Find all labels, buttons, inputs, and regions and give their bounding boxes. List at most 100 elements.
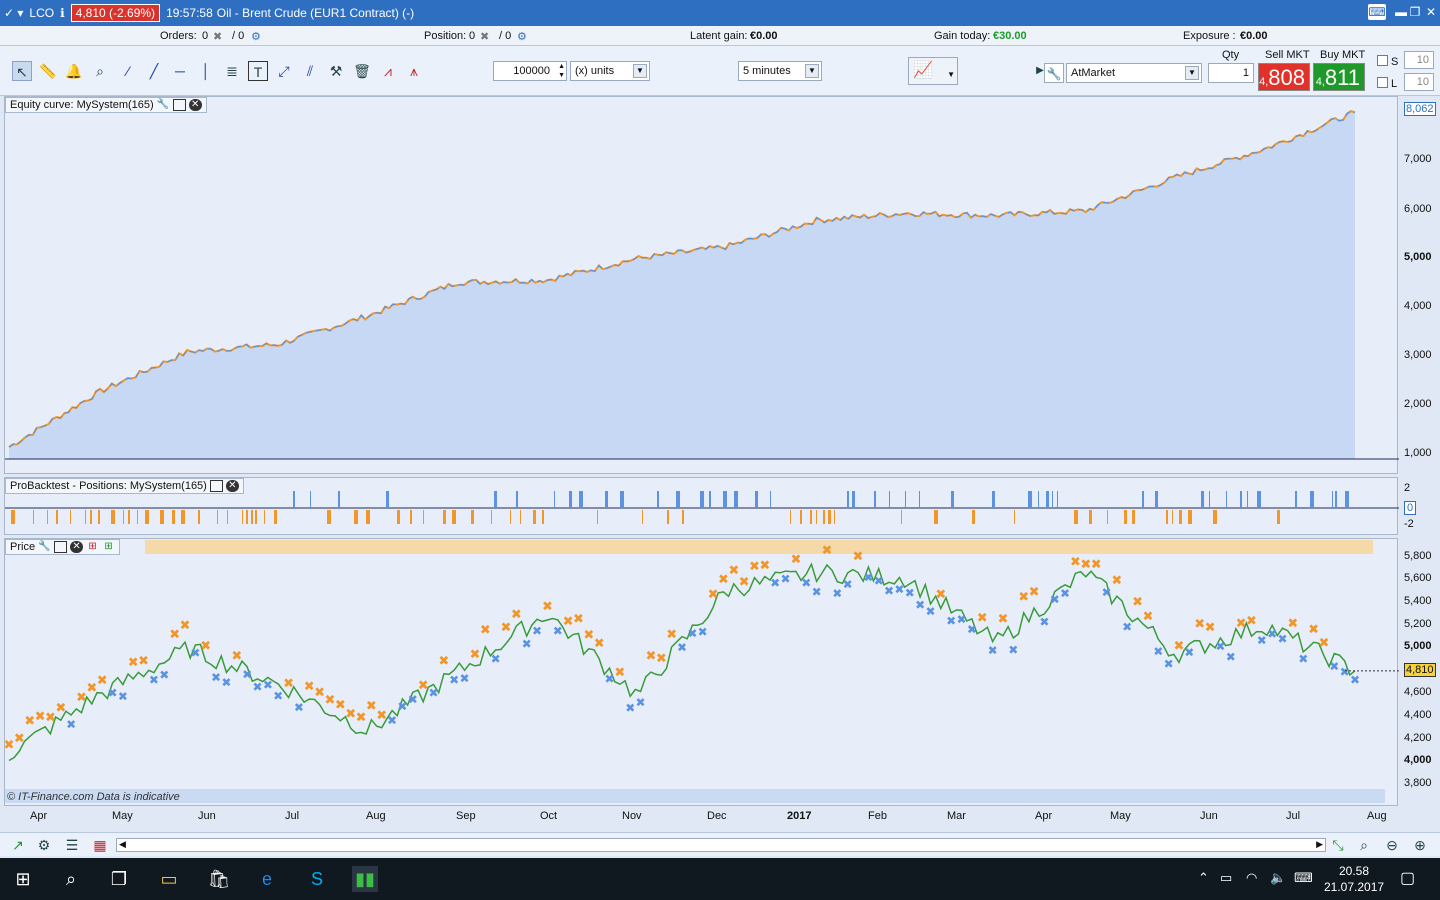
units-select[interactable]: (x) units ▼ <box>570 61 650 81</box>
trend-line-icon[interactable]: ⁄ <box>118 61 138 81</box>
ruler-icon[interactable]: 📏 <box>38 61 58 81</box>
buy-marker: ✖ <box>1050 593 1060 607</box>
auto-scale-icon[interactable]: ⤡ <box>1328 835 1348 855</box>
buy-order-icon[interactable]: ⊞ <box>102 541 115 553</box>
parallel-lines-icon[interactable]: ⫽ <box>300 61 320 81</box>
tray-chevron-icon[interactable]: ⌃ <box>1198 870 1209 886</box>
buy-marker: ✖ <box>108 686 118 700</box>
notifications-icon[interactable]: ▢ <box>1400 868 1415 888</box>
magic-wand-icon[interactable]: ⚒ <box>326 61 346 81</box>
position-gear-icon[interactable]: ⚙ <box>517 30 527 43</box>
position-close-icon[interactable]: ✖ <box>480 30 489 43</box>
xaxis-tick-label: Aug <box>366 810 386 822</box>
chevron-down-icon[interactable]: ▼ <box>1185 66 1199 80</box>
maximize-icon[interactable] <box>172 99 186 111</box>
vertical-line-icon[interactable]: │ <box>196 61 216 81</box>
sell-order-icon[interactable]: ⊞ <box>86 541 99 553</box>
buy-marker: ✖ <box>915 598 925 612</box>
sell-marker: ✖ <box>1205 621 1216 636</box>
buy-marker: ✖ <box>252 680 262 694</box>
zoom-fit-icon[interactable]: ⌕ <box>1354 835 1374 855</box>
sell-marker: ✖ <box>356 710 367 725</box>
pointer-icon[interactable]: ↖ <box>12 61 32 81</box>
chevron-down-icon[interactable]: ▼ <box>805 64 819 78</box>
wrench-icon[interactable]: 🔧 <box>157 99 170 111</box>
horizontal-line-icon[interactable]: ─ <box>170 61 190 81</box>
alert-bell-icon[interactable]: 🔔 <box>64 61 84 81</box>
windows-start-icon[interactable]: ⊞ <box>10 866 36 892</box>
zoom-out-icon[interactable]: ⊖ <box>1382 835 1402 855</box>
wrench-icon[interactable]: 🔧 <box>38 541 51 553</box>
sell-marker: ✖ <box>1308 622 1319 637</box>
xaxis-tick-label: Sep <box>456 810 476 822</box>
zoom-icon[interactable]: ⌕ <box>90 61 110 81</box>
skype-icon[interactable]: S <box>304 866 330 892</box>
short-position-bar <box>128 510 130 524</box>
short-position-bar <box>160 510 164 524</box>
stop-input[interactable]: 10 <box>1404 51 1434 69</box>
wifi-icon[interactable]: ◠ <box>1246 870 1257 886</box>
close-icon[interactable]: ✕ <box>188 99 202 111</box>
add-chart-icon[interactable]: ↗ <box>8 835 28 855</box>
buy-market-button[interactable]: 4,811 <box>1313 63 1365 91</box>
orders-cancel-icon[interactable]: ✖ <box>213 30 222 43</box>
close-icon[interactable]: ✕ <box>70 541 84 553</box>
limit-checkbox[interactable] <box>1377 77 1388 88</box>
short-position-bar <box>471 510 474 524</box>
network-icon[interactable]: ▭ <box>1220 870 1232 886</box>
price-chart: ✖ ✖✖ ✖ ✖✖✖✖✖ ✖✖ ✖✖ ✖✖ ✖✖✖✖ ✖✖ ✖✖✖✖ ✖✖✖✖✖ ✖✖ ✖✖ ✖✖✖ ✖✖ ✖… <box>4 540 1399 803</box>
horizontal-scrollbar[interactable]: ◀ ▶ <box>116 838 1326 852</box>
sell-marker: ✖ <box>1111 573 1122 588</box>
task-view-icon[interactable]: ❐ <box>106 866 132 892</box>
equity-area <box>9 111 1355 459</box>
stepper-arrows-icon[interactable]: ▲ ▼ <box>558 62 565 80</box>
orders-gear-icon[interactable]: ⚙ <box>251 30 261 43</box>
store-icon[interactable]: 🛍 <box>206 866 232 892</box>
close-icon[interactable]: ✕ <box>225 480 239 492</box>
file-explorer-icon[interactable]: ▭ <box>156 866 182 892</box>
bars-icon[interactable]: ▦ <box>90 835 110 855</box>
taskbar-clock[interactable]: 20.58 21.07.2017 <box>1324 863 1384 895</box>
xaxis-tick-label: Apr <box>30 810 48 822</box>
trash-icon[interactable]: 🗑 <box>352 61 372 81</box>
keyboard-tray-icon[interactable]: ⌨ <box>1294 870 1313 886</box>
limit-input[interactable]: 10 <box>1404 73 1434 91</box>
chevron-down-icon[interactable]: ▼ <box>633 64 647 78</box>
zoom-in-icon[interactable]: ⊕ <box>1410 835 1430 855</box>
search-icon[interactable]: ⌕ <box>58 866 84 892</box>
close-icon[interactable]: ✕ <box>1422 4 1440 20</box>
list-icon[interactable]: ☰ <box>62 835 82 855</box>
zigzag-icon[interactable]: ⩚ <box>404 61 424 81</box>
timeframe-select[interactable]: 5 minutes ▼ <box>738 61 822 81</box>
text-tool-icon[interactable]: T <box>248 61 268 81</box>
fibonacci-icon[interactable]: ≣ <box>222 61 242 81</box>
order-type-select[interactable]: AtMarket ▼ <box>1066 63 1202 83</box>
buy-marker: ✖ <box>273 689 283 703</box>
indicator-settings-icon[interactable]: ⚙ <box>34 835 54 855</box>
ray-line-icon[interactable]: ╱ <box>144 61 164 81</box>
price-ytick: 5,000 <box>1404 640 1432 652</box>
scroll-left-icon[interactable]: ◀ <box>119 839 126 850</box>
pattern-icon[interactable]: ⩘ <box>378 61 398 81</box>
info-icon[interactable]: ℹ <box>60 6 65 20</box>
chevron-down-icon[interactable]: ▼ <box>947 66 955 84</box>
edge-icon[interactable]: e <box>254 866 280 892</box>
indicators-button[interactable]: 📈 ▼ <box>908 57 958 85</box>
wrench-icon[interactable]: 🔧 <box>1044 63 1064 83</box>
maximize-icon[interactable] <box>54 541 68 553</box>
channel-icon[interactable]: ⤢ <box>274 61 294 81</box>
trading-app-icon[interactable]: ▮▮ <box>352 866 378 892</box>
stop-checkbox[interactable] <box>1377 55 1388 66</box>
app-menu-icon[interactable]: ✓ ▾ <box>4 6 23 20</box>
short-position-bar <box>810 510 812 524</box>
keyboard-icon[interactable]: ⌨ <box>1368 4 1386 20</box>
buy-marker: ✖ <box>118 690 128 704</box>
scroll-right-icon[interactable]: ▶ <box>1316 839 1323 850</box>
qty-input[interactable]: 1 <box>1208 63 1254 83</box>
sell-market-button[interactable]: 4,808 <box>1258 63 1310 91</box>
volume-icon[interactable]: 🔈 <box>1270 870 1286 886</box>
exposure-label: Exposure : <box>1183 30 1236 42</box>
quantity-stepper[interactable]: 100000 ▲ ▼ <box>493 61 567 81</box>
sell-marker: ✖ <box>97 674 108 689</box>
maximize-icon[interactable] <box>209 480 223 492</box>
